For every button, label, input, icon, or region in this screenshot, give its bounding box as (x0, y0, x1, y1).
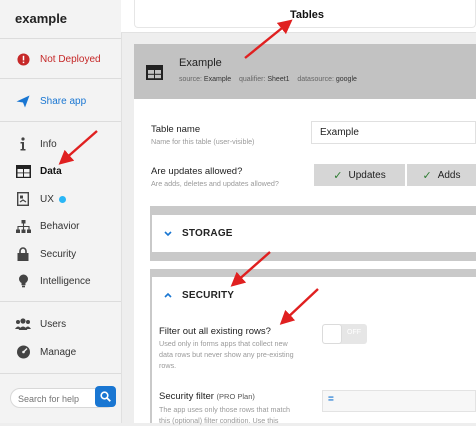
table-name-label: Table name (151, 124, 201, 135)
divider (0, 121, 121, 122)
ux-icon (14, 190, 32, 208)
filter-rows-help-3: rows. (159, 361, 177, 370)
lightbulb-icon (14, 272, 32, 290)
toggle-knob (323, 325, 341, 343)
meta-value: google (335, 76, 357, 83)
adds-button-label: Adds (437, 169, 461, 181)
table-icon (14, 162, 32, 180)
dashboard-icon (14, 343, 32, 361)
sidebar-item-users[interactable]: Users (0, 312, 121, 336)
divider (0, 38, 121, 39)
lock-icon (14, 245, 32, 263)
table-icon (146, 65, 163, 80)
alert-icon (14, 50, 32, 68)
chevron-down-icon (164, 230, 172, 237)
deploy-status-label: Not Deployed (40, 53, 101, 65)
sidebar-item-label: Users (40, 318, 67, 330)
security-filter-help-1: The app uses only those rows that match (159, 405, 291, 414)
sidebar-item-behavior[interactable]: Behavior (0, 214, 121, 238)
security-filter-help-2: this (optional) filter condition. Use th… (159, 416, 279, 425)
sidebar-item-security[interactable]: Security (0, 242, 121, 266)
info-icon (14, 135, 32, 153)
check-icon: ✓ (333, 169, 343, 182)
help-search-button[interactable] (95, 386, 116, 407)
sidebar-item-label: UX (40, 193, 54, 205)
sidebar-item-label: Intelligence (40, 275, 91, 287)
security-filter-label: Security filter (PRO Plan) (159, 391, 255, 402)
toggle-state: OFF (347, 329, 361, 336)
check-icon: ✓ (422, 169, 432, 182)
filter-rows-help-1: Used only in forms apps that collect new (159, 339, 288, 348)
storage-section-header[interactable]: STORAGE (152, 215, 476, 252)
users-icon (14, 315, 32, 333)
meta-key: datasource: (297, 76, 334, 83)
updates-button[interactable]: ✓ Updates (314, 164, 405, 186)
filter-rows-help-2: data rows but never show any pre-existin… (159, 350, 294, 359)
meta-value: Sheet1 (267, 76, 290, 83)
security-filter-title: Security filter (159, 391, 214, 402)
divider (0, 373, 121, 374)
sidebar-item-data[interactable]: Data (0, 159, 121, 183)
share-app-label: Share app (40, 95, 87, 107)
sidebar-item-label: Behavior (40, 220, 80, 232)
filter-rows-toggle[interactable]: OFF (322, 324, 367, 344)
divider (0, 301, 121, 302)
share-app-link[interactable]: Share app (0, 89, 121, 113)
sidebar-item-label: Info (40, 138, 57, 150)
meta-value: Example (203, 76, 232, 83)
plan-badge: (PRO Plan) (216, 392, 255, 401)
sidebar-item-label: Manage (40, 346, 77, 358)
sidebar: example Not Deployed Share app Info Data… (0, 0, 122, 423)
sidebar-item-intelligence[interactable]: Intelligence (0, 269, 121, 293)
app-name: example (15, 11, 68, 26)
table-card-title: Example (179, 57, 222, 69)
search-icon (100, 391, 111, 402)
updates-allowed-help: Are adds, deletes and updates allowed? (151, 179, 279, 188)
table-name-help: Name for this table (user-visible) (151, 137, 255, 146)
security-filter-input[interactable]: = (322, 390, 476, 412)
sidebar-item-label: Security (40, 248, 77, 260)
storage-section-title: STORAGE (182, 228, 233, 239)
deploy-status[interactable]: Not Deployed (0, 47, 121, 71)
adds-button[interactable]: ✓ Adds (407, 164, 476, 186)
notification-dot (58, 195, 66, 203)
security-section-header[interactable]: SECURITY (152, 277, 476, 313)
sidebar-item-manage[interactable]: Manage (0, 340, 121, 364)
divider (0, 78, 121, 79)
formula-icon: = (328, 394, 334, 405)
sidebar-item-label: Data (40, 165, 62, 177)
updates-button-label: Updates (348, 169, 386, 181)
hierarchy-icon (14, 217, 32, 235)
table-card-meta: source: Example qualifier: Sheet1 dataso… (179, 76, 357, 83)
chevron-up-icon (164, 292, 172, 298)
sidebar-item-ux[interactable]: UX (0, 187, 121, 211)
sidebar-item-info[interactable]: Info (0, 132, 121, 156)
filter-rows-label: Filter out all existing rows? (159, 326, 271, 337)
table-name-input[interactable]: Example (311, 121, 476, 144)
security-section-title: SECURITY (182, 289, 235, 301)
page-title: Tables (290, 9, 325, 21)
table-card-header[interactable]: Example source: Example qualifier: Sheet… (134, 44, 476, 99)
help-search-input[interactable] (18, 392, 86, 405)
updates-allowed-label: Are updates allowed? (151, 166, 243, 177)
meta-key: qualifier: (238, 76, 266, 83)
send-icon (14, 92, 32, 110)
meta-key: source: (179, 76, 202, 83)
